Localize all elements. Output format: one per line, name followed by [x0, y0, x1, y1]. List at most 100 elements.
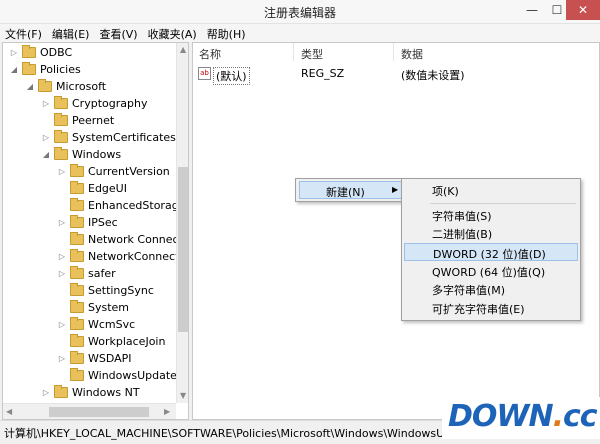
tree-node-networkconnecti[interactable]: ▷ NetworkConnecti — [57, 248, 182, 265]
collapse-icon[interactable]: ◢ — [25, 82, 35, 91]
menu-item-string-value-label: 字符串值(S) — [432, 210, 492, 223]
tree-node-label: NetworkConnecti — [88, 250, 183, 263]
tree-node-policies[interactable]: ◢ Policies — [9, 61, 81, 78]
expand-icon[interactable]: ▷ — [57, 320, 67, 329]
folder-icon — [70, 181, 84, 194]
tree-node-label: SystemCertificates — [72, 131, 176, 144]
tree-vertical-scrollbar[interactable]: ▲ ▼ — [176, 43, 188, 403]
menu-item-binary-value-label: 二进制值(B) — [432, 228, 493, 241]
tree-node-systemcertificates[interactable]: ▷ SystemCertificates — [41, 129, 176, 146]
value-type[interactable]: REG_SZ — [301, 67, 344, 80]
menu-view[interactable]: 查看(V) — [94, 24, 142, 42]
tree-node-wcmsvc[interactable]: ▷ WcmSvc — [57, 316, 135, 333]
watermark-part-2: . — [552, 399, 564, 434]
tree-node-peernet[interactable]: Peernet — [41, 112, 114, 129]
tree-node-system[interactable]: System — [57, 299, 129, 316]
menu-item-key[interactable]: 项(K) — [404, 181, 578, 199]
folder-icon — [70, 232, 84, 245]
registry-path: 计算机\HKEY_LOCAL_MACHINE\SOFTWARE\Policies… — [4, 427, 476, 440]
folder-icon — [54, 113, 68, 126]
expand-icon[interactable]: ▷ — [57, 167, 67, 176]
tree-node-label: ODBC — [40, 46, 73, 59]
menu-bar: 文件(F) 编辑(E) 查看(V) 收藏夹(A) 帮助(H) — [0, 24, 600, 42]
tree-node-currentversion[interactable]: ▷ CurrentVersion — [57, 163, 170, 180]
tree-node-label: EdgeUI — [88, 182, 127, 195]
scroll-left-icon[interactable]: ◀ — [6, 407, 12, 416]
menu-file[interactable]: 文件(F) — [0, 24, 47, 42]
tree-node-settingsync[interactable]: SettingSync — [57, 282, 154, 299]
column-header-type[interactable]: 类型 — [301, 46, 323, 62]
menu-item-multi-string-value[interactable]: 多字符串值(M) — [404, 280, 578, 298]
tree-node-label: IPSec — [88, 216, 118, 229]
expand-icon[interactable]: ▷ — [41, 99, 51, 108]
folder-icon — [70, 334, 84, 347]
tree-node-workplacejoin[interactable]: WorkplaceJoin — [57, 333, 165, 350]
menu-item-string-value[interactable]: 字符串值(S) — [404, 206, 578, 224]
collapse-icon[interactable]: ◢ — [9, 65, 19, 74]
folder-icon — [70, 266, 84, 279]
window-title: 注册表编辑器 — [263, 6, 336, 20]
expand-icon[interactable]: ▷ — [57, 269, 67, 278]
folder-icon — [54, 385, 68, 398]
tree-node-label: Windows NT — [72, 386, 140, 399]
tree-node-cryptography[interactable]: ▷ Cryptography — [41, 95, 147, 112]
context-menu: 新建(N) ▶ — [295, 178, 407, 202]
menu-edit[interactable]: 编辑(E) — [47, 24, 95, 42]
scroll-down-icon[interactable]: ▼ — [180, 391, 186, 400]
watermark-logo: DOWN.cc — [442, 397, 600, 439]
tree-node-windows-nt[interactable]: ▷ Windows NT — [41, 384, 140, 401]
minimize-button[interactable]: — — [518, 0, 546, 20]
column-header-data[interactable]: 数据 — [401, 46, 423, 62]
registry-tree[interactable]: ▷ ODBC ◢ Policies ◢ Microsoft ▷ Cryptography Pee… — [2, 42, 189, 420]
tree-node-label: Windows — [72, 148, 122, 161]
tree-node-safer[interactable]: ▷ safer — [57, 265, 116, 282]
menu-help[interactable]: 帮助(H) — [202, 24, 251, 42]
menu-item-expandable-string-value[interactable]: 可扩充字符串值(E) — [404, 299, 578, 317]
tree-node-enhancedstorage[interactable]: EnhancedStorage — [57, 197, 185, 214]
tree-node-label: Microsoft — [56, 80, 107, 93]
tree-node-label: SettingSync — [88, 284, 154, 297]
expand-icon[interactable]: ▷ — [41, 133, 51, 142]
tree-node-windows[interactable]: ◢ Windows — [41, 146, 121, 163]
scroll-right-icon[interactable]: ▶ — [164, 407, 170, 416]
menu-item-binary-value[interactable]: 二进制值(B) — [404, 224, 578, 242]
expand-icon[interactable]: ▷ — [9, 48, 19, 57]
tree-node-windowsupdate[interactable]: WindowsUpdate — [57, 367, 177, 384]
folder-icon — [70, 215, 84, 228]
menu-item-dword-value-label: DWORD (32 位)值(D) — [433, 248, 546, 261]
tree-node-wsdapi[interactable]: ▷ WSDAPI — [57, 350, 132, 367]
tree-node-odbc[interactable]: ▷ ODBC — [9, 44, 72, 61]
scroll-up-icon[interactable]: ▲ — [180, 45, 186, 54]
tree-node-label: WSDAPI — [88, 352, 132, 365]
folder-icon — [70, 249, 84, 262]
menu-item-expandable-string-value-label: 可扩充字符串值(E) — [432, 303, 525, 316]
expand-icon[interactable]: ▷ — [57, 218, 67, 227]
close-button[interactable]: ✕ — [566, 0, 600, 20]
collapse-icon[interactable]: ◢ — [41, 150, 51, 159]
tree-node-edgeui[interactable]: EdgeUI — [57, 180, 127, 197]
value-name[interactable]: (默认) — [213, 67, 250, 85]
expand-icon[interactable]: ▷ — [57, 252, 67, 261]
column-separator — [393, 43, 394, 61]
tree-node-ipsec[interactable]: ▷ IPSec — [57, 214, 118, 231]
tree-node-label: WorkplaceJoin — [88, 335, 166, 348]
menu-item-qword-value[interactable]: QWORD (64 位)值(Q) — [404, 262, 578, 280]
expand-icon[interactable]: ▷ — [57, 354, 67, 363]
tree-horizontal-scrollbar[interactable]: ◀ ▶ — [3, 403, 176, 419]
column-header-name[interactable]: 名称 — [199, 46, 221, 62]
menu-item-multi-string-value-label: 多字符串值(M) — [432, 284, 506, 297]
tree-node-label: Peernet — [72, 114, 115, 127]
tree-node-network-connect[interactable]: Network Connect — [57, 231, 183, 248]
menu-separator — [430, 203, 576, 204]
tree-horizontal-thumb[interactable] — [49, 407, 149, 417]
value-data[interactable]: (数值未设置) — [401, 67, 465, 83]
tree-vertical-thumb[interactable] — [178, 167, 188, 332]
tree-node-label: WcmSvc — [88, 318, 136, 331]
folder-icon — [54, 130, 68, 143]
menu-item-dword-value[interactable]: DWORD (32 位)值(D) — [404, 243, 578, 261]
expand-icon[interactable]: ▷ — [41, 388, 51, 397]
folder-icon — [70, 198, 84, 211]
tree-node-microsoft[interactable]: ◢ Microsoft — [25, 78, 106, 95]
menu-favorites[interactable]: 收藏夹(A) — [143, 24, 202, 42]
menu-item-new[interactable]: 新建(N) ▶ — [299, 181, 403, 199]
